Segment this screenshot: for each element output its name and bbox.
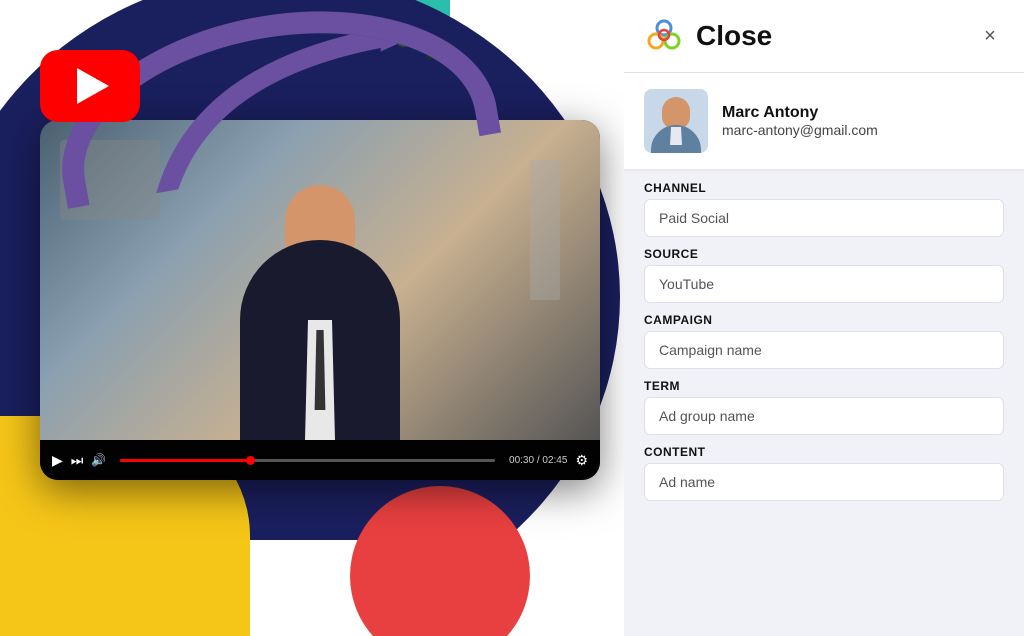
term-label: TERM: [644, 379, 1004, 393]
campaign-input[interactable]: [644, 331, 1004, 369]
close-crm-logo: [644, 16, 684, 56]
campaign-label: CAMPAIGN: [644, 313, 1004, 327]
content-field-group: CONTENT: [644, 445, 1004, 501]
bg-lamp: [530, 160, 560, 300]
progress-bar[interactable]: [120, 459, 495, 462]
user-info: Marc Antony marc-antony@gmail.com: [624, 73, 1024, 171]
content-label: CONTENT: [644, 445, 1004, 459]
panel-header: Close ×: [624, 0, 1024, 73]
user-details: Marc Antony marc-antony@gmail.com: [722, 104, 878, 138]
right-panel: Close × Marc Antony marc-antony@gmail.co…: [624, 0, 1024, 636]
play-button[interactable]: ▶: [52, 452, 63, 469]
video-person: [220, 160, 420, 440]
play-icon: [77, 68, 109, 104]
source-field-group: SOURCE: [644, 247, 1004, 303]
settings-icon[interactable]: ⚙: [575, 452, 588, 469]
channel-field-group: CHANNEL: [644, 181, 1004, 237]
source-input[interactable]: [644, 265, 1004, 303]
video-time: 00:30 / 02:45: [509, 455, 567, 466]
left-area: ▶ ⏭ 🔊 00:30 / 02:45 ⚙: [0, 0, 630, 636]
user-email: marc-antony@gmail.com: [722, 122, 878, 138]
youtube-logo: [40, 50, 140, 122]
channel-label: CHANNEL: [644, 181, 1004, 195]
close-button[interactable]: ×: [976, 22, 1004, 50]
source-label: SOURCE: [644, 247, 1004, 261]
volume-button[interactable]: 🔊: [91, 453, 106, 467]
avatar: [644, 89, 708, 153]
term-field-group: TERM: [644, 379, 1004, 435]
user-name: Marc Antony: [722, 104, 878, 122]
app-title: Close: [696, 20, 964, 52]
skip-button[interactable]: ⏭: [71, 452, 84, 469]
video-controls[interactable]: ▶ ⏭ 🔊 00:30 / 02:45 ⚙: [40, 440, 600, 480]
form-section: CHANNEL SOURCE CAMPAIGN TERM CONTENT: [624, 171, 1024, 521]
content-input[interactable]: [644, 463, 1004, 501]
campaign-field-group: CAMPAIGN: [644, 313, 1004, 369]
progress-fill: [120, 459, 251, 462]
progress-dot: [246, 456, 255, 465]
channel-input[interactable]: [644, 199, 1004, 237]
term-input[interactable]: [644, 397, 1004, 435]
